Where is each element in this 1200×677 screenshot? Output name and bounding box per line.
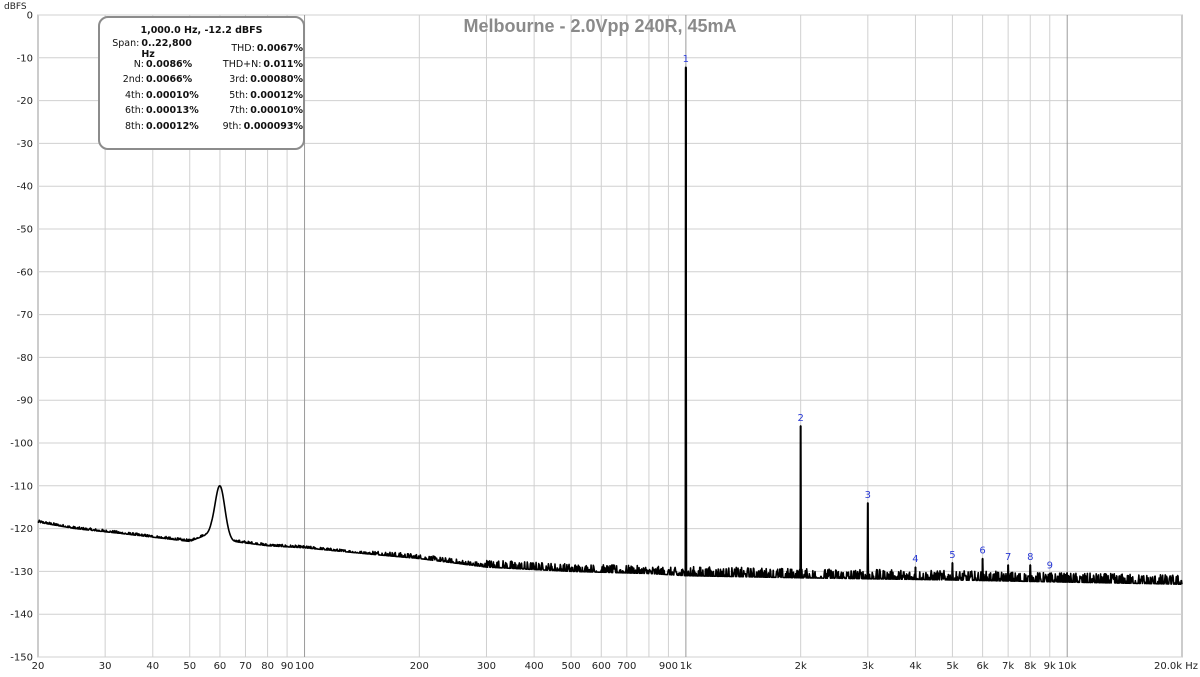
x-tick-label: 8k (1024, 661, 1036, 672)
x-tick-label: 100 (295, 661, 314, 672)
info-value: 0.00010% (250, 105, 303, 117)
x-tick-label: 40 (146, 661, 159, 672)
info-label: 4th: (125, 89, 144, 101)
x-tick-label: 9k (1044, 661, 1056, 672)
info-value: 0.00080% (250, 74, 303, 86)
y-tick-label: -90 (17, 396, 33, 407)
x-tick-label: 90 (281, 661, 294, 672)
info-label: 8th: (125, 120, 144, 132)
info-label: THD: (231, 43, 255, 55)
x-tick-label: 20 (32, 661, 45, 672)
info-label: 3rd: (229, 74, 249, 86)
measurement-info-box[interactable]: 1,000.0 Hz, -12.2 dBFS Span: 0..22,800 Hz… (98, 16, 305, 150)
harmonic-label: 2 (797, 413, 803, 424)
x-tick-label: 70 (239, 661, 252, 672)
y-tick-label: 0 (27, 11, 33, 22)
harmonic-label: 1 (683, 54, 689, 65)
info-row: 6th: 0.00013% 7th: 0.00010% (100, 103, 303, 119)
x-tick-label: 4k (909, 661, 921, 672)
x-tick-label: 500 (562, 661, 581, 672)
y-tick-label: -20 (17, 96, 33, 107)
harmonic-label: 7 (1005, 552, 1011, 563)
info-label: Span: (112, 37, 140, 49)
x-tick-label: 6k (977, 661, 989, 672)
harmonic-label: 4 (912, 554, 918, 565)
x-tick-label: 900 (659, 661, 678, 672)
y-tick-label: -10 (17, 53, 33, 64)
x-tick-label: 5k (946, 661, 958, 672)
y-tick-label: -120 (10, 524, 33, 535)
x-tick-label: 700 (617, 661, 636, 672)
info-value: 0.0067% (256, 43, 303, 55)
x-tick-label: 10k (1058, 661, 1077, 672)
info-value: 0.00012% (146, 120, 199, 132)
x-tick-label: 20.0k Hz (1154, 661, 1198, 672)
y-tick-label: -60 (17, 267, 33, 278)
info-row: Span: 0..22,800 Hz THD: 0.0067% (100, 37, 303, 60)
info-value: 0.00010% (146, 89, 199, 101)
y-tick-label: -140 (10, 610, 33, 621)
info-value: 0.00012% (250, 89, 303, 101)
y-tick-label: -130 (10, 567, 33, 578)
x-tick-label: 50 (183, 661, 196, 672)
info-label: 9th: (222, 120, 242, 132)
harmonic-label: 3 (865, 490, 871, 501)
info-row: N: 0.0086% THD+N: 0.011% (100, 57, 303, 73)
y-tick-label: -100 (10, 439, 33, 450)
x-tick-label: 80 (261, 661, 274, 672)
y-tick-label: -110 (10, 481, 33, 492)
y-axis-unit: dBFS (4, 2, 27, 12)
y-tick-label: -30 (17, 139, 33, 150)
y-tick-label: -150 (10, 653, 33, 664)
x-tick-label: 30 (99, 661, 112, 672)
info-value: 0.011% (263, 58, 303, 70)
y-axis: 0 -10 -20 -30 -40 -50 -60 -70 -80 -90 -100 -110 -120… (10, 11, 33, 664)
chart-title: Melbourne - 2.0Vpp 240R, 45mA (463, 16, 736, 36)
harmonic-label: 6 (979, 546, 985, 557)
info-label: 2nd: (122, 74, 144, 86)
info-label: 7th: (229, 105, 249, 117)
info-value: 0.0066% (146, 74, 193, 86)
x-tick-label: 2k (795, 661, 807, 672)
y-tick-label: -80 (17, 353, 33, 364)
x-tick-label: 600 (592, 661, 611, 672)
info-label: THD+N: (222, 58, 262, 70)
info-row: 4th: 0.00010% 5th: 0.00012% (100, 88, 303, 104)
harmonic-label: 8 (1027, 552, 1033, 563)
info-label: 6th: (125, 105, 144, 117)
y-tick-label: -40 (17, 182, 33, 193)
x-tick-label: 200 (410, 661, 429, 672)
info-row: 8th: 0.00012% 9th: 0.000093% (100, 119, 303, 135)
y-tick-label: -70 (17, 310, 33, 321)
x-tick-label: 7k (1002, 661, 1014, 672)
info-value: 0.000093% (243, 120, 303, 132)
x-tick-label: 3k (862, 661, 874, 672)
x-axis: 20 30 40 50 60 70 80 90 100 200 300 400 500 600 700 900… (32, 661, 1198, 672)
x-tick-label: 1k (680, 661, 692, 672)
x-tick-label: 300 (477, 661, 496, 672)
info-value: 0.0086% (146, 58, 193, 70)
x-tick-label: 60 (214, 661, 227, 672)
info-row: 2nd: 0.0066% 3rd: 0.00080% (100, 72, 303, 88)
info-label: N: (133, 58, 144, 70)
info-value: 0..22,800 Hz (141, 37, 192, 60)
y-tick-label: -50 (17, 225, 33, 236)
x-tick-label: 400 (525, 661, 544, 672)
info-label: 5th: (229, 89, 249, 101)
harmonic-label: 9 (1047, 561, 1053, 572)
harmonic-label: 5 (949, 550, 955, 561)
info-value: 0.00013% (146, 105, 199, 117)
